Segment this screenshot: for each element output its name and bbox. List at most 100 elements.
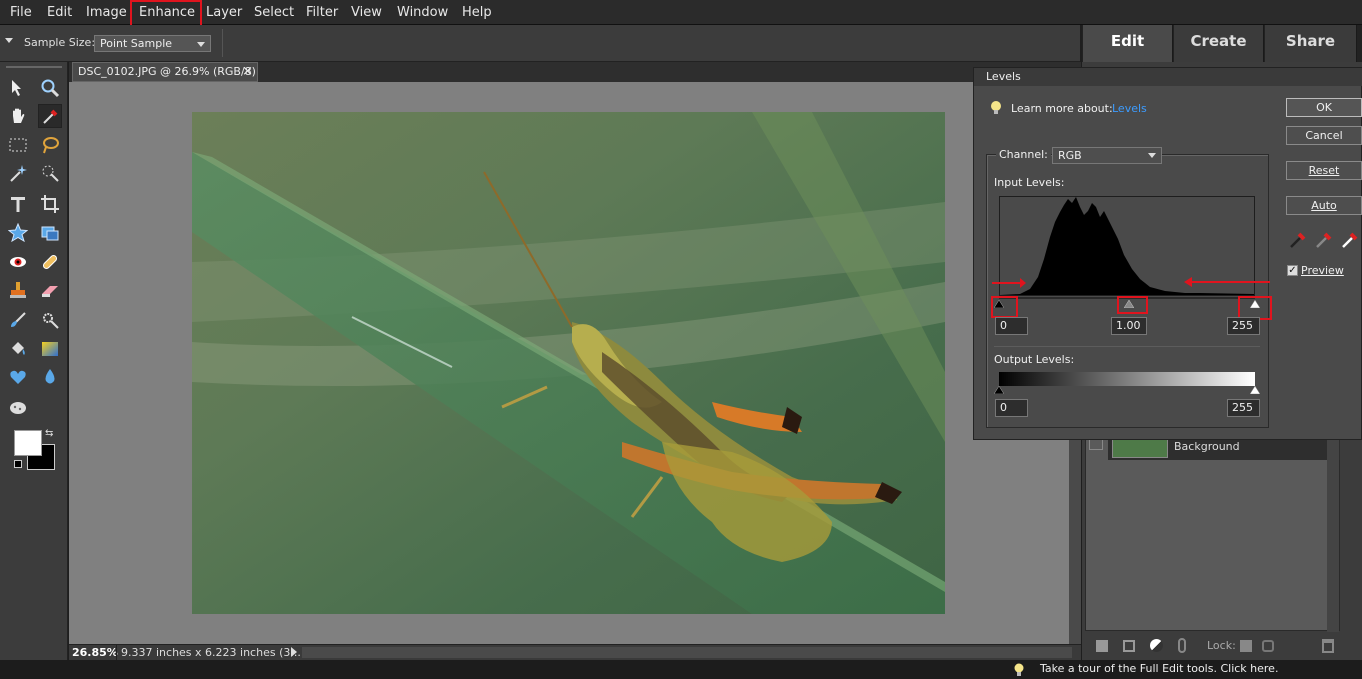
paint-bucket-tool-icon[interactable] — [6, 337, 30, 361]
divider — [116, 645, 117, 660]
zoom-level[interactable]: 26.85% — [72, 646, 118, 659]
sponge-tool-icon[interactable] — [6, 395, 30, 419]
menu-help[interactable]: Help — [458, 0, 496, 25]
tour-tip-link[interactable]: Take a tour of the Full Edit tools. Clic… — [1040, 662, 1278, 675]
tool-options-bar: Sample Size: Point Sample — [0, 25, 1080, 62]
cancel-button[interactable]: Cancel — [1286, 126, 1362, 145]
sample-size-select[interactable]: Point Sample — [94, 35, 211, 52]
menu-select[interactable]: Select — [250, 0, 298, 25]
black-slider-highlight-box — [991, 296, 1018, 318]
channel-label: Channel: — [996, 148, 1051, 161]
channel-select[interactable]: RGB — [1052, 147, 1162, 164]
link-layers-icon[interactable] — [1178, 638, 1186, 653]
input-black-field[interactable]: 0 — [995, 317, 1028, 335]
menu-window[interactable]: Window — [393, 0, 452, 25]
red-eye-tool-icon[interactable] — [6, 250, 30, 274]
menu-bar: File Edit Image Enhance Layer Select Fil… — [0, 0, 1362, 25]
input-gamma-field[interactable]: 1.00 — [1111, 317, 1147, 335]
tab-create[interactable]: Create — [1174, 25, 1264, 62]
auto-button[interactable]: Auto — [1286, 196, 1362, 215]
layers-list: Background — [1085, 435, 1340, 632]
quick-selection-tool-icon[interactable] — [38, 161, 62, 185]
output-black-field[interactable]: 0 — [995, 399, 1028, 417]
gray-point-eyedropper-icon[interactable] — [1314, 230, 1334, 250]
new-group-icon[interactable] — [1123, 640, 1135, 652]
layer-thumbnail — [1112, 437, 1168, 458]
menu-layer[interactable]: Layer — [202, 0, 246, 25]
foreground-color-swatch[interactable] — [14, 430, 42, 456]
lasso-tool-icon[interactable] — [38, 133, 62, 157]
learn-more-link[interactable]: Levels — [1112, 102, 1147, 115]
smart-brush-tool-icon[interactable] — [38, 308, 62, 332]
output-white-field[interactable]: 255 — [1227, 399, 1260, 417]
document-tab[interactable]: DSC_0102.JPG @ 26.9% (RGB/8) * × — [72, 62, 258, 96]
divider — [994, 346, 1260, 347]
sample-size-value: Point Sample — [100, 37, 173, 50]
brush-tool-icon[interactable] — [6, 308, 30, 332]
type-tool-icon[interactable] — [6, 192, 30, 216]
cookie-cutter-tool-icon[interactable] — [6, 221, 30, 245]
tab-share[interactable]: Share — [1265, 25, 1357, 62]
white-point-eyedropper-icon[interactable] — [1340, 230, 1360, 250]
input-white-field[interactable]: 255 — [1227, 317, 1260, 335]
lock-transparent-icon[interactable] — [1240, 640, 1252, 652]
menu-filter[interactable]: Filter — [302, 0, 342, 25]
layers-toolbar: Lock: — [1082, 632, 1362, 660]
reset-button[interactable]: Reset — [1286, 161, 1362, 180]
crop-tool-icon[interactable] — [38, 192, 62, 216]
eyedropper-tool-icon[interactable] — [38, 104, 62, 128]
lightbulb-icon — [991, 101, 1001, 114]
bottom-bar: Take a tour of the Full Edit tools. Clic… — [0, 660, 1362, 679]
tab-edit[interactable]: Edit — [1083, 25, 1173, 62]
menu-file[interactable]: File — [6, 0, 36, 25]
trash-icon[interactable] — [1322, 639, 1334, 653]
move-tool-icon[interactable] — [6, 76, 30, 100]
black-point-eyedropper-icon[interactable] — [1288, 230, 1308, 250]
eraser-tool-icon[interactable] — [38, 278, 62, 302]
levels-dialog-title[interactable]: Levels — [974, 68, 1362, 86]
gradient-tool-icon[interactable] — [38, 337, 62, 361]
custom-shape-tool-icon[interactable] — [6, 365, 30, 389]
horizontal-scrollbar[interactable] — [302, 647, 1072, 658]
lock-all-icon[interactable] — [1262, 640, 1274, 652]
toolbox: ⇆ — [0, 62, 68, 660]
left-arrow-annotation-icon — [1184, 277, 1270, 287]
magic-wand-tool-icon[interactable] — [6, 161, 30, 185]
clone-stamp-tool-icon[interactable] — [6, 278, 30, 302]
toolbox-grip — [6, 66, 62, 68]
zoom-tool-icon[interactable] — [38, 76, 62, 100]
output-white-slider[interactable] — [1250, 386, 1260, 394]
preview-label: Preview — [1301, 264, 1344, 277]
status-bar: 26.85% 9.337 inches x 6.223 inches (3... — [69, 644, 1081, 660]
adjustment-layer-icon[interactable] — [1150, 639, 1163, 652]
chevron-down-icon — [197, 42, 205, 47]
channel-value: RGB — [1058, 149, 1082, 162]
menu-view[interactable]: View — [347, 0, 386, 25]
divider — [222, 29, 223, 57]
new-layer-icon[interactable] — [1096, 640, 1108, 652]
status-menu-arrow-icon[interactable] — [291, 647, 297, 657]
default-colors-icon[interactable] — [14, 460, 22, 468]
chevron-down-icon — [1148, 153, 1156, 158]
document-dimensions: 9.337 inches x 6.223 inches (3... — [121, 646, 301, 659]
close-icon[interactable]: × — [242, 63, 253, 81]
ok-button[interactable]: OK — [1286, 98, 1362, 117]
blur-tool-icon[interactable] — [38, 365, 62, 389]
grasshopper-photo[interactable] — [192, 112, 945, 614]
layers-scrollbar[interactable] — [1327, 436, 1339, 632]
input-levels-label: Input Levels: — [994, 176, 1065, 189]
output-black-slider[interactable] — [994, 386, 1004, 394]
learn-more-label: Learn more about: — [1011, 102, 1113, 115]
gamma-slider-highlight-box — [1117, 296, 1148, 314]
tool-preset-dropdown-icon[interactable] — [5, 38, 13, 43]
output-gradient-bar — [999, 372, 1255, 386]
hand-tool-icon[interactable] — [6, 104, 30, 128]
swap-colors-icon[interactable]: ⇆ — [45, 428, 53, 439]
recompose-tool-icon[interactable] — [38, 221, 62, 245]
menu-image[interactable]: Image — [82, 0, 131, 25]
menu-edit[interactable]: Edit — [43, 0, 76, 25]
lightbulb-icon — [1014, 663, 1024, 676]
marquee-tool-icon[interactable] — [6, 133, 30, 157]
healing-brush-tool-icon[interactable] — [38, 250, 62, 274]
preview-checkbox[interactable]: ✓ — [1287, 265, 1298, 276]
